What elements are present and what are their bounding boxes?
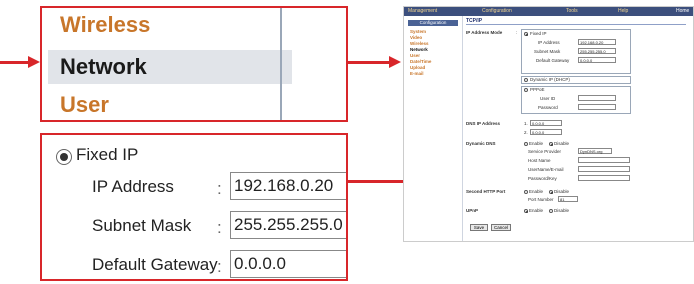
- dns-label: DNS IP Address: [466, 121, 501, 126]
- default-gateway-label: Default Gateway: [92, 255, 218, 274]
- ddns-password-input[interactable]: [578, 175, 630, 181]
- sidebar-item-datetime[interactable]: Date/Time: [410, 59, 431, 64]
- colon: :: [217, 179, 222, 198]
- zoom-sidebar-divider: [280, 8, 282, 120]
- pppoe-radio[interactable]: [524, 88, 528, 92]
- service-provider-select[interactable]: DynDNS.org: [578, 148, 612, 154]
- pppoe-password-label: Password: [538, 105, 558, 110]
- save-button[interactable]: Save: [470, 224, 488, 231]
- ddns-label: Dynamic DNS: [466, 141, 496, 146]
- full-screenshot: Management Configuration Tools Help Home…: [403, 6, 694, 242]
- port-number-label: Port Number: [528, 197, 554, 202]
- sidebar-item-wireless[interactable]: Wireless: [410, 41, 428, 46]
- dhcp-radio[interactable]: [524, 78, 528, 82]
- upnp-enable-radio[interactable]: [524, 209, 528, 213]
- top-nav-tools[interactable]: Tools: [566, 7, 578, 16]
- red-arrow-left-head: [28, 56, 40, 68]
- fixed-ip-radio[interactable]: [56, 149, 72, 165]
- username-input[interactable]: [578, 166, 630, 172]
- ddns-disable-text: Disable: [554, 141, 570, 146]
- zoom-ip-panel: Fixed IP IP Address : 192.168.0.20 Subne…: [40, 133, 348, 281]
- sidebar-item-email[interactable]: E-mail: [410, 71, 424, 76]
- upnp-enable-text: Enable: [529, 208, 544, 213]
- default-gateway-label-small: Default Gateway: [536, 58, 570, 63]
- top-nav-management[interactable]: Management: [408, 7, 437, 16]
- ip-address-field[interactable]: 192.168.0.20: [230, 172, 346, 200]
- sidebar-item-user[interactable]: User: [410, 53, 420, 58]
- dns1-input[interactable]: 0.0.0.0: [530, 120, 562, 126]
- red-arrow-right-head: [389, 56, 401, 68]
- http-port-label: Second HTTP Port: [466, 189, 506, 194]
- zoom-sidebar-item-network[interactable]: Network: [48, 50, 292, 84]
- subnet-mask-label-small: Subnet Mask: [534, 49, 561, 54]
- ip-address-label: IP Address: [92, 177, 174, 196]
- http-enable-radio[interactable]: [524, 190, 528, 194]
- dhcp-text: Dynamic IP (DHCP): [530, 77, 570, 82]
- host-name-label: Host Name: [528, 158, 551, 163]
- sidebar-item-upload[interactable]: Upload: [410, 65, 425, 70]
- http-disable-radio[interactable]: [549, 190, 553, 194]
- pppoe-text: PPPoE: [530, 87, 545, 92]
- ddns-disable-radio[interactable]: [549, 142, 553, 146]
- upnp-disable-radio[interactable]: [549, 209, 553, 213]
- sidebar-title: Configuration: [408, 20, 458, 26]
- ddns-enable-text: Enable: [529, 141, 544, 146]
- default-gateway-input[interactable]: 0.0.0.0: [578, 57, 616, 63]
- colon: :: [217, 257, 222, 276]
- username-label: UserName/E-mail: [528, 167, 564, 172]
- red-arrow-left-line: [0, 61, 30, 64]
- zoom-sidebar-item-user[interactable]: User: [60, 92, 109, 118]
- pppoe-password-input[interactable]: [578, 104, 616, 110]
- default-gateway-field[interactable]: 0.0.0.0: [230, 250, 346, 278]
- fixed-ip-text: Fixed IP: [530, 31, 547, 36]
- top-nav-configuration[interactable]: Configuration: [482, 7, 512, 16]
- host-name-input[interactable]: [578, 157, 630, 163]
- user-id-input[interactable]: [578, 95, 616, 101]
- subnet-mask-field[interactable]: 255.255.255.0: [230, 211, 346, 239]
- fixed-ip-label: Fixed IP: [76, 145, 139, 164]
- ip-address-input[interactable]: 192.168.0.20: [578, 39, 616, 45]
- subnet-mask-label: Subnet Mask: [92, 216, 192, 235]
- http-disable-text: Disable: [554, 189, 570, 194]
- sidebar-item-system[interactable]: System: [410, 29, 426, 34]
- zoom-sidebar-item-wireless[interactable]: Wireless: [60, 12, 150, 38]
- sidebar-item-network[interactable]: Network: [410, 47, 428, 52]
- cancel-button[interactable]: Cancel: [491, 224, 511, 231]
- fixed-ip-radio-small[interactable]: [524, 32, 528, 36]
- red-arrow-right-line: [348, 61, 390, 64]
- sidebar-item-video[interactable]: Video: [410, 35, 422, 40]
- http-enable-text: Enable: [529, 189, 544, 194]
- sidebar: Configuration System Video Wireless Netw…: [404, 16, 463, 241]
- ip-mode-label: IP Address Mode: [466, 30, 503, 35]
- upnp-disable-text: Disable: [554, 208, 570, 213]
- dns1-number: 1.: [524, 121, 528, 126]
- dns2-number: 2.: [524, 130, 528, 135]
- service-provider-label: Service Provider: [528, 149, 562, 154]
- zoom-sidebar-panel: Wireless Network User: [40, 6, 348, 122]
- user-id-label: User ID: [540, 96, 556, 101]
- top-nav-help[interactable]: Help: [618, 7, 628, 16]
- main-content: TCP/IP IP Address Mode : Fixed IP IP Add…: [466, 16, 692, 241]
- dns2-input[interactable]: 0.0.0.0: [530, 129, 562, 135]
- port-number-input[interactable]: 81: [558, 196, 578, 202]
- top-nav-home[interactable]: Home: [676, 7, 689, 16]
- colon: :: [217, 218, 222, 237]
- ddns-password-label: Password/Key: [528, 176, 557, 181]
- ddns-enable-radio[interactable]: [524, 142, 528, 146]
- colon: :: [516, 30, 518, 35]
- ip-address-label-small: IP Address: [538, 40, 560, 45]
- upnp-label: UPnP: [466, 208, 479, 213]
- top-nav-bar: Management Configuration Tools Help Home: [404, 7, 693, 16]
- tab-underline: [466, 24, 686, 25]
- subnet-mask-input[interactable]: 255.255.255.0: [578, 48, 616, 54]
